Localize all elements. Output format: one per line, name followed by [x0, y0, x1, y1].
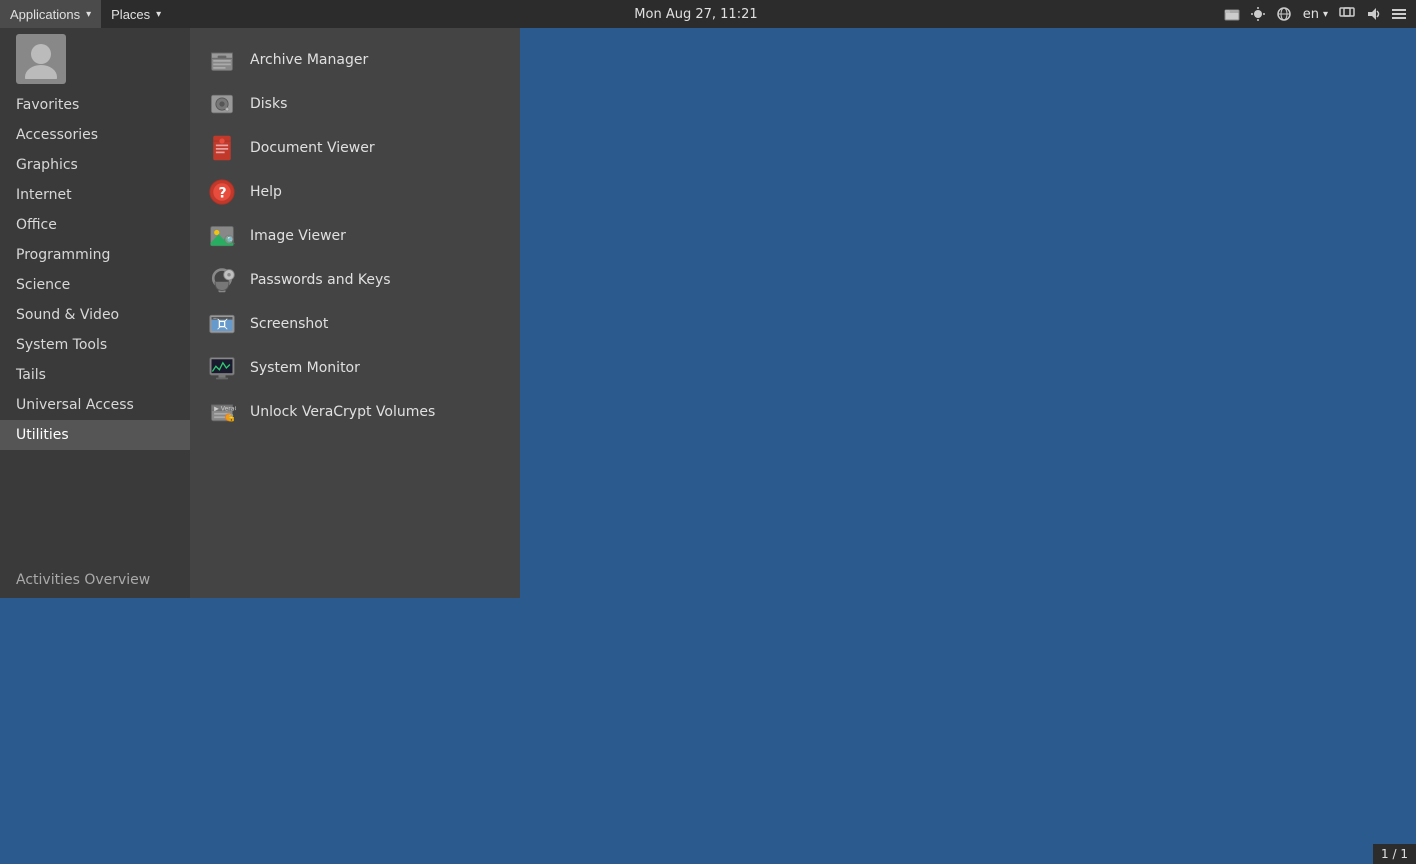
places-menu-button[interactable]: Places ▾ [101, 0, 171, 28]
archive-manager-label: Archive Manager [250, 52, 368, 68]
screenshot-label: Screenshot [250, 316, 328, 332]
language-button[interactable]: en ▾ [1299, 0, 1332, 28]
status-label: 1 / 1 [1381, 847, 1408, 861]
user-avatar [16, 34, 66, 84]
sidebar-item-programming[interactable]: Programming [0, 240, 190, 270]
network-icon[interactable] [1273, 3, 1295, 25]
document-viewer-label: Document Viewer [250, 140, 375, 156]
system-monitor-label: System Monitor [250, 360, 360, 376]
app-item-disks[interactable]: Disks [190, 82, 520, 126]
applications-menu-button[interactable]: Applications ▾ [0, 0, 101, 28]
sidebar-item-accessories[interactable]: Accessories [0, 120, 190, 150]
sidebar-item-office[interactable]: Office [0, 210, 190, 240]
sidebar-item-science[interactable]: Science [0, 270, 190, 300]
places-label: Places [111, 7, 150, 22]
app-item-system-monitor[interactable]: System Monitor [190, 346, 520, 390]
places-dropdown-arrow: ▾ [156, 9, 161, 20]
settings-icon[interactable] [1388, 3, 1410, 25]
taskbar: Applications ▾ Places ▾ Mon Aug 27, 11:2… [0, 0, 1416, 28]
apps-list: Archive Manager Disks Document Viewer [190, 38, 520, 434]
taskbar-left: Applications ▾ Places ▾ [0, 0, 171, 28]
app-item-document-viewer[interactable]: Document Viewer [190, 126, 520, 170]
app-item-help[interactable]: ? Help [190, 170, 520, 214]
status-bar: 1 / 1 [1373, 844, 1416, 864]
language-label: en [1303, 7, 1319, 22]
passwords-keys-icon [206, 264, 238, 296]
brightness-icon[interactable] [1247, 3, 1269, 25]
app-item-unlock-veracrypt[interactable]: ▶ VeraCrypt 🔓 Unlock VeraCrypt Volumes [190, 390, 520, 434]
disks-label: Disks [250, 96, 287, 112]
archive-manager-icon [206, 44, 238, 76]
app-item-image-viewer[interactable]: 🔍 Image Viewer [190, 214, 520, 258]
apps-panel: Archive Manager Disks Document Viewer [190, 28, 520, 598]
help-label: Help [250, 184, 282, 200]
applications-label: Applications [10, 7, 80, 22]
disks-icon [206, 88, 238, 120]
language-dropdown-arrow: ▾ [1323, 9, 1328, 20]
taskbar-center: Mon Aug 27, 11:21 [171, 7, 1221, 22]
svg-text:?: ? [219, 185, 227, 201]
sidebar-item-sound-video[interactable]: Sound & Video [0, 300, 190, 330]
sidebar: FavoritesAccessoriesGraphicsInternetOffi… [0, 90, 190, 450]
file-manager-icon[interactable] [1221, 3, 1243, 25]
activities-overview-item[interactable]: Activities Overview [0, 562, 190, 598]
sidebar-item-utilities[interactable]: Utilities [0, 420, 190, 450]
help-icon: ? [206, 176, 238, 208]
applications-dropdown-arrow: ▾ [86, 9, 91, 20]
datetime-display: Mon Aug 27, 11:21 [634, 7, 757, 22]
app-item-archive-manager[interactable]: Archive Manager [190, 38, 520, 82]
svg-text:🔍: 🔍 [226, 235, 236, 245]
sidebar-item-internet[interactable]: Internet [0, 180, 190, 210]
image-viewer-icon: 🔍 [206, 220, 238, 252]
image-viewer-label: Image Viewer [250, 228, 346, 244]
system-monitor-icon [206, 352, 238, 384]
app-item-screenshot[interactable]: Screenshot [190, 302, 520, 346]
svg-text:▶ VeraCrypt: ▶ VeraCrypt [214, 405, 236, 412]
screenshot-icon [206, 308, 238, 340]
sidebar-item-favorites[interactable]: Favorites [0, 90, 190, 120]
unlock-veracrypt-icon: ▶ VeraCrypt 🔓 [206, 396, 238, 428]
volume-icon[interactable] [1362, 3, 1384, 25]
unlock-veracrypt-label: Unlock VeraCrypt Volumes [250, 404, 435, 420]
document-viewer-icon [206, 132, 238, 164]
sidebar-item-tails[interactable]: Tails [0, 360, 190, 390]
taskbar-right: en ▾ [1221, 0, 1416, 28]
sidebar-item-system-tools[interactable]: System Tools [0, 330, 190, 360]
sidebar-item-universal-access[interactable]: Universal Access [0, 390, 190, 420]
application-menu: FavoritesAccessoriesGraphicsInternetOffi… [0, 28, 520, 598]
svg-text:🔓: 🔓 [227, 413, 236, 422]
display-icon[interactable] [1336, 3, 1358, 25]
app-item-passwords-keys[interactable]: Passwords and Keys [190, 258, 520, 302]
sidebar-item-graphics[interactable]: Graphics [0, 150, 190, 180]
passwords-keys-label: Passwords and Keys [250, 272, 391, 288]
